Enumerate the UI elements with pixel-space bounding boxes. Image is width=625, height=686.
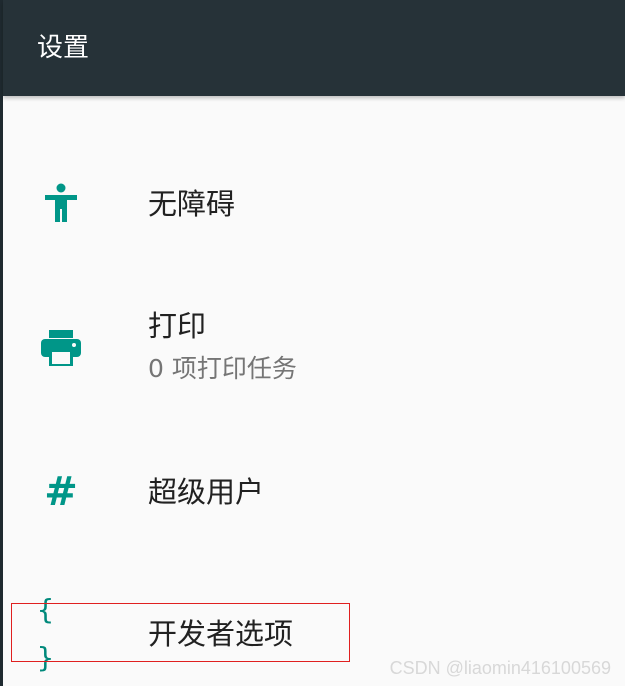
settings-item-summary: 0 项打印任务 — [148, 354, 297, 383]
settings-item-superuser[interactable]: # 超级用户 — [3, 446, 625, 536]
page-title: 设置 — [37, 33, 90, 63]
settings-item-title: 超级用户 — [148, 475, 265, 509]
print-icon — [37, 324, 85, 372]
settings-item-title: 打印 — [148, 309, 207, 343]
settings-item-title: 开发者选项 — [148, 617, 294, 651]
settings-item-developer-options[interactable]: { } 开发者选项 — [3, 593, 625, 674]
settings-screen: 设置 无障碍 打印 0 项打印任务 # 超级用户 {} 开发者选项 CSDN … — [0, 0, 625, 686]
accessibility-icon — [37, 180, 85, 228]
watermark: CSDN @liaomin416100569 — [389, 658, 611, 678]
hash-glyph: # — [44, 469, 78, 515]
braces-glyph: { } — [37, 593, 58, 674]
settings-item-title: 无障碍 — [148, 187, 236, 221]
hash-icon: # — [37, 468, 85, 516]
settings-item-printing[interactable]: 打印 0 项打印任务 — [3, 296, 625, 406]
settings-item-accessibility[interactable]: 无障碍 — [3, 160, 625, 248]
app-toolbar: 设置 — [3, 0, 625, 96]
developer-options-icon: { } — [37, 593, 85, 674]
